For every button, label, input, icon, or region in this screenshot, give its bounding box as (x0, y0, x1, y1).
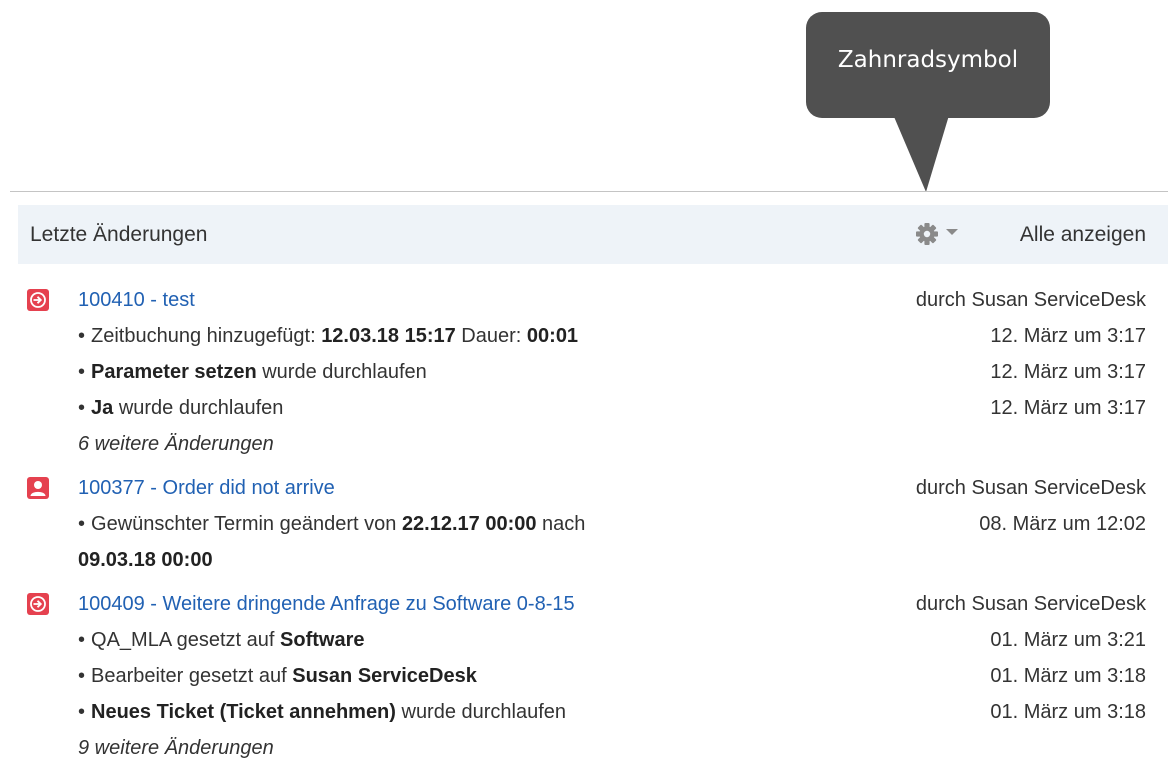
change-time: 12. März um 3:17 (990, 361, 1146, 383)
change-text: • Gewünschter Termin geändert von 22.12.1… (78, 513, 586, 535)
change-row-continuation: 09.03.18 00:00 (0, 542, 1168, 578)
panel-header: Letzte Änderungen Alle anzeigen (18, 205, 1168, 264)
more-changes-row: 9 weitere Änderungen (0, 730, 1168, 766)
change-time: 12. März um 3:17 (990, 397, 1146, 419)
changed-by: durch Susan ServiceDesk (915, 477, 1146, 499)
change-row: • Parameter setzen wurde durchlaufen 12. … (0, 354, 1168, 390)
change-row: • QA_MLA gesetzt auf Software 01. März um… (0, 622, 1168, 658)
ticket-header-row: 100410 - test durch Susan ServiceDesk (0, 282, 1168, 318)
ticket-entry: 100409 - Weitere dringende Anfrage zu So… (0, 586, 1168, 766)
caret-down-icon (946, 229, 958, 235)
tooltip-label: Zahnradsymbol (837, 46, 1019, 73)
tooltip-callout: Zahnradsymbol (806, 12, 1050, 118)
change-text: • Zeitbuchung hinzugefügt: 12.03.18 15:17… (78, 325, 579, 347)
ticket-header-row: 100377 - Order did not arrive durch Susa… (0, 470, 1168, 506)
change-row: • Bearbeiter gesetzt auf Susan ServiceDes… (0, 658, 1168, 694)
change-row: • Gewünschter Termin geändert von 22.12.1… (0, 506, 1168, 542)
change-row: • Neues Ticket (Ticket annehmen) wurde du… (0, 694, 1168, 730)
activity-feed: 100410 - test durch Susan ServiceDesk • Z… (0, 282, 1168, 766)
change-time: 01. März um 3:18 (990, 665, 1146, 687)
process-arrow-icon (27, 289, 49, 311)
change-time: 01. März um 3:18 (990, 701, 1146, 723)
ticket-entry: 100377 - Order did not arrive durch Susa… (0, 470, 1168, 578)
divider-line (10, 191, 1168, 192)
change-row: • Zeitbuchung hinzugefügt: 12.03.18 15:17… (0, 318, 1168, 354)
change-row: • Ja wurde durchlaufen 12. März um 3:17 (0, 390, 1168, 426)
change-text: • QA_MLA gesetzt auf Software (78, 629, 365, 651)
changed-by: durch Susan ServiceDesk (915, 593, 1146, 615)
change-time: 01. März um 3:21 (990, 629, 1146, 651)
change-text: • Parameter setzen wurde durchlaufen (78, 361, 427, 383)
changed-by: durch Susan ServiceDesk (915, 289, 1146, 311)
change-text: • Ja wurde durchlaufen (78, 397, 284, 419)
gear-icon (916, 223, 938, 245)
ticket-link[interactable]: 100409 - Weitere dringende Anfrage zu So… (78, 586, 575, 622)
panel-title: Letzte Änderungen (30, 223, 208, 246)
change-text: • Neues Ticket (Ticket annehmen) wurde du… (78, 701, 567, 723)
process-arrow-icon (27, 593, 49, 615)
change-time: 08. März um 12:02 (979, 513, 1146, 535)
user-icon (27, 477, 49, 499)
change-time: 12. März um 3:17 (990, 325, 1146, 347)
ticket-link[interactable]: 100377 - Order did not arrive (78, 470, 335, 506)
more-changes-link[interactable]: 6 weitere Änderungen (78, 426, 274, 462)
change-text: 09.03.18 00:00 (78, 549, 213, 571)
ticket-link[interactable]: 100410 - test (78, 282, 195, 318)
settings-dropdown-button[interactable] (915, 222, 971, 246)
ticket-header-row: 100409 - Weitere dringende Anfrage zu So… (0, 586, 1168, 622)
show-all-link[interactable]: Alle anzeigen (1020, 223, 1146, 247)
more-changes-row: 6 weitere Änderungen (0, 426, 1168, 462)
change-text: • Bearbeiter gesetzt auf Susan ServiceDes… (78, 665, 477, 687)
ticket-entry: 100410 - test durch Susan ServiceDesk • Z… (0, 282, 1168, 462)
more-changes-link[interactable]: 9 weitere Änderungen (78, 730, 274, 766)
